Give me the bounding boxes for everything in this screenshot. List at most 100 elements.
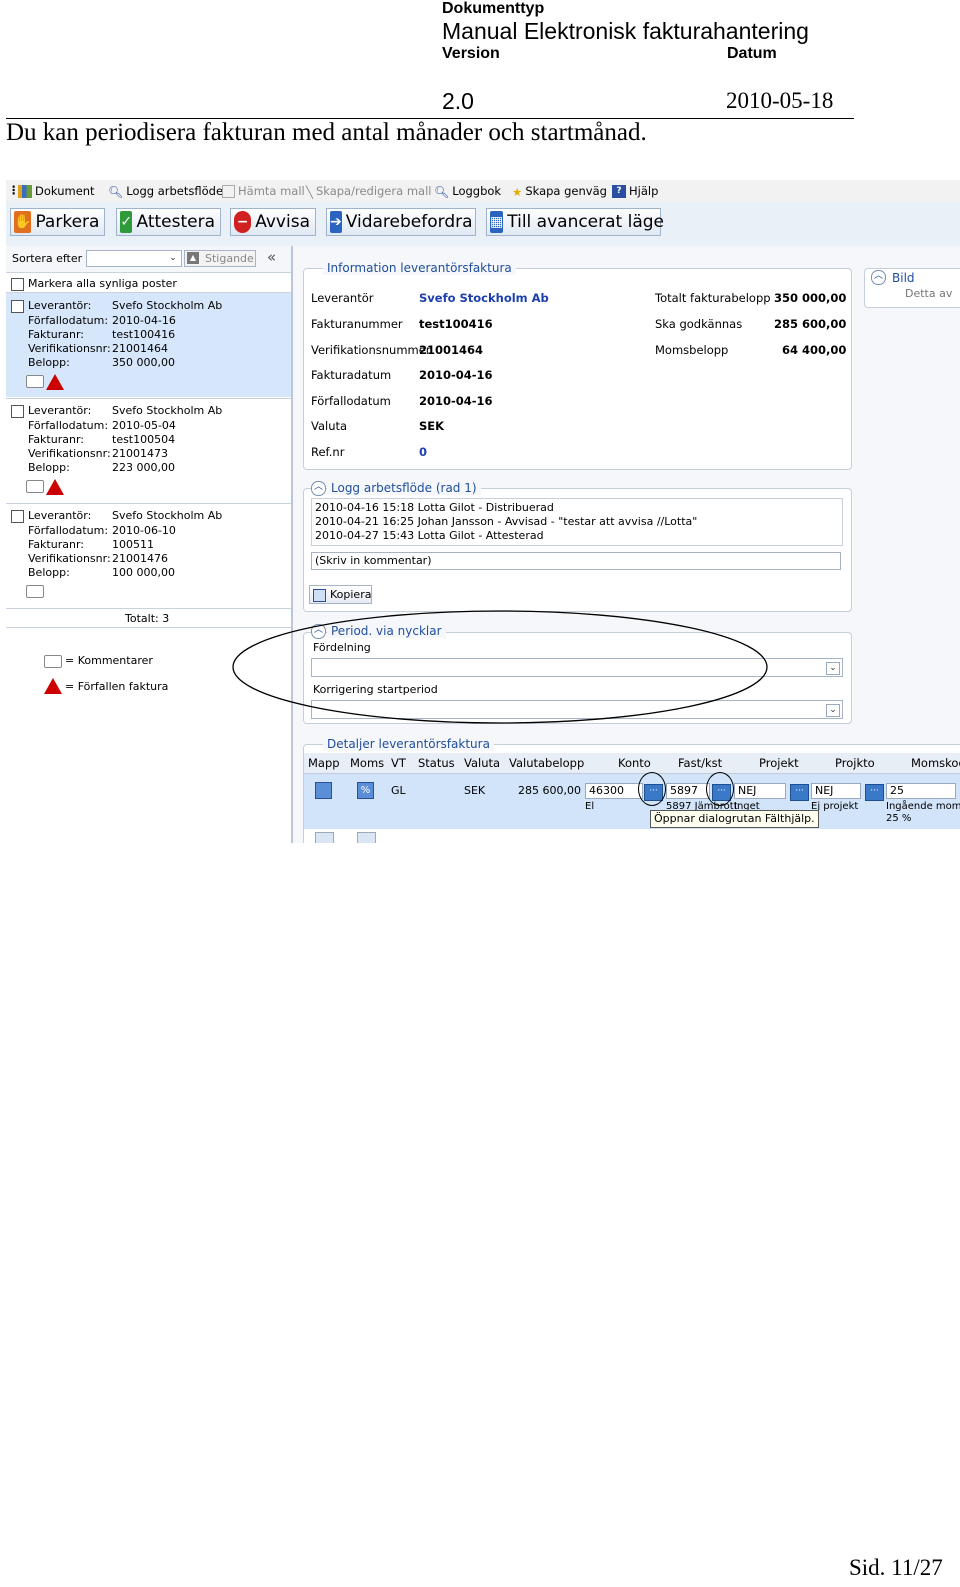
folder-icon[interactable] xyxy=(315,782,332,799)
toolbar: ✋ Parkera ✓ Attestera − Avvisa ➔ Vidarebefor… xyxy=(6,202,960,247)
collapse-up-icon[interactable]: ︿ xyxy=(871,270,886,285)
highlight-ellipse xyxy=(232,610,768,724)
parkera-button[interactable]: ✋ Parkera xyxy=(10,208,105,236)
info-label: Valuta xyxy=(311,419,348,433)
chevron-down-icon: ⌄ xyxy=(826,704,840,717)
invoice-checkbox[interactable] xyxy=(11,405,24,418)
pen-icon: ╲ xyxy=(306,185,313,199)
column-header[interactable]: Momskod xyxy=(911,756,960,770)
mark-all-label: Markera alla synliga poster xyxy=(28,277,177,290)
comment-icon[interactable] xyxy=(26,585,44,598)
avvisa-button[interactable]: − Avvisa xyxy=(230,208,316,236)
page-number: Sid. 11/27 xyxy=(849,1555,943,1580)
column-header[interactable]: Valuta xyxy=(464,756,500,770)
column-header[interactable]: Konto xyxy=(618,756,651,770)
amount-label: Belopp: xyxy=(28,566,70,579)
version-label: Version xyxy=(442,45,500,62)
column-header[interactable]: Fast/kst xyxy=(678,756,722,770)
supplier-label: Leverantör: xyxy=(28,299,92,312)
konto-desc: El xyxy=(585,801,595,812)
momskod-desc: Ingående mom xyxy=(886,801,960,812)
column-header[interactable]: Moms xyxy=(350,756,384,770)
invoice-item-1[interactable]: Leverantör: Svefo Stockholm Ab Förfallod… xyxy=(6,293,291,397)
projekt-lookup-button[interactable]: ··· xyxy=(790,784,809,801)
approve-value: 285 600,00 xyxy=(774,317,847,331)
collapse-up-icon[interactable]: ︿ xyxy=(311,481,326,496)
chevron-down-icon: ⌄ xyxy=(826,662,840,675)
table-row[interactable]: % GL SEK 285 600,00 46300 ··· El 5897 ··… xyxy=(304,772,960,829)
invoice-checkbox[interactable] xyxy=(11,510,24,523)
supplier-value: Svefo Stockholm Ab xyxy=(112,299,223,312)
details-grid-header: Mapp Moms VT Status Valuta Valutabelopp … xyxy=(304,753,960,774)
document-icon xyxy=(18,185,32,198)
vat-percent-icon[interactable]: % xyxy=(357,782,374,799)
column-header[interactable]: Projkto xyxy=(835,756,875,770)
info-value: 2010-04-16 xyxy=(419,368,493,382)
projkto-lookup-button[interactable]: ··· xyxy=(865,784,884,801)
sort-select[interactable]: ⌄ xyxy=(86,250,182,267)
warning-legend-icon xyxy=(44,678,62,694)
info-label: Verifikationsnummer xyxy=(311,343,431,357)
highlight-circle xyxy=(706,772,734,806)
column-header[interactable]: VT xyxy=(391,756,406,770)
projkto-input[interactable]: NEJ xyxy=(811,783,861,799)
magnifier-icon: 🔍︎ xyxy=(108,185,124,199)
chevron-down-icon: ⌄ xyxy=(169,253,177,263)
total-label: Totalt fakturabelopp xyxy=(655,291,771,305)
main-pane: Information leverantörsfaktura Leverantö… xyxy=(232,246,960,843)
verif-label: Verifikationsnr: xyxy=(28,447,111,460)
comment-input[interactable]: (Skriv in kommentar) xyxy=(311,552,841,570)
momskod-rate: 25 % xyxy=(886,813,912,824)
supplier-link[interactable]: Svefo Stockholm Ab xyxy=(419,291,549,305)
warning-icon xyxy=(46,479,64,495)
menu-label: Skapa genväg xyxy=(525,184,607,198)
total-value: 350 000,00 xyxy=(774,291,847,305)
attestera-button[interactable]: ✓ Attestera xyxy=(116,208,221,236)
magnifier-icon: 🔍︎ xyxy=(434,185,450,199)
projekt-input[interactable]: NEJ xyxy=(734,783,786,799)
comment-icon[interactable] xyxy=(26,375,44,388)
vidarebefordra-button[interactable]: ➔ Vidarebefordra xyxy=(326,208,476,236)
due-label: Förfallodatum: xyxy=(28,524,109,537)
mark-all-checkbox[interactable] xyxy=(11,278,24,291)
info-label: Förfallodatum xyxy=(311,394,391,408)
invoice-list-pane: Sortera efter ⌄ ▲ Stigande « Markera alla… xyxy=(6,246,293,843)
vat-percent-icon[interactable] xyxy=(357,832,376,843)
invoice-item-2[interactable]: Leverantör: Svefo Stockholm Ab Förfallod… xyxy=(6,399,291,503)
menu-label: Hjälp xyxy=(629,184,659,198)
supplier-label: Leverantör: xyxy=(28,509,92,522)
info-value: 21001464 xyxy=(419,343,484,357)
column-header[interactable]: Status xyxy=(418,756,455,770)
fastkst-input[interactable]: 5897 xyxy=(666,783,710,799)
menu-logg-arbetsflode[interactable]: 🔍︎ Logg arbetsflöde xyxy=(108,184,223,199)
sort-order-toggle[interactable]: ▲ Stigande xyxy=(184,250,256,267)
sort-order-label: Stigande xyxy=(205,252,254,265)
menu-dokument[interactable]: Dokument xyxy=(18,184,95,198)
collapse-pane-icon[interactable]: « xyxy=(267,248,276,266)
help-icon: ? xyxy=(612,185,626,198)
folder-icon[interactable] xyxy=(315,832,334,843)
divider xyxy=(6,272,291,273)
invoice-item-3[interactable]: Leverantör: Svefo Stockholm Ab Förfallod… xyxy=(6,504,291,598)
momskod-input[interactable]: 25 xyxy=(886,783,956,799)
menu-skapa-redigera-mall[interactable]: ╲ Skapa/redigera mall xyxy=(306,184,431,199)
invoice-checkbox[interactable] xyxy=(11,300,24,313)
menu-skapa-genvag[interactable]: ★ Skapa genväg xyxy=(512,184,607,199)
copy-button[interactable]: Kopiera xyxy=(309,585,372,604)
column-header[interactable]: Projekt xyxy=(759,756,799,770)
info-value: 2010-04-16 xyxy=(419,394,493,408)
avancerat-lage-button[interactable]: ▦ Till avancerat läge xyxy=(486,208,664,236)
menu-loggbok[interactable]: 🔍︎ Loggbok xyxy=(434,184,501,199)
log-legend: Logg arbetsflöde (rad 1) xyxy=(327,481,481,495)
comment-legend-icon xyxy=(44,655,62,668)
amount-value: 100 000,00 xyxy=(112,566,175,579)
column-header[interactable]: Mapp xyxy=(308,756,340,770)
column-header[interactable]: Valutabelopp xyxy=(509,756,584,770)
forward-arrow-icon: ➔ xyxy=(330,211,342,233)
comment-icon[interactable] xyxy=(26,480,44,493)
menu-hamta-mall[interactable]: Hämta mall xyxy=(222,184,305,198)
refnr-link[interactable]: 0 xyxy=(419,445,427,459)
menu-hjalp[interactable]: ? Hjälp xyxy=(612,184,658,198)
konto-input[interactable]: 46300 xyxy=(585,783,643,799)
info-label: Leverantör xyxy=(311,291,374,305)
